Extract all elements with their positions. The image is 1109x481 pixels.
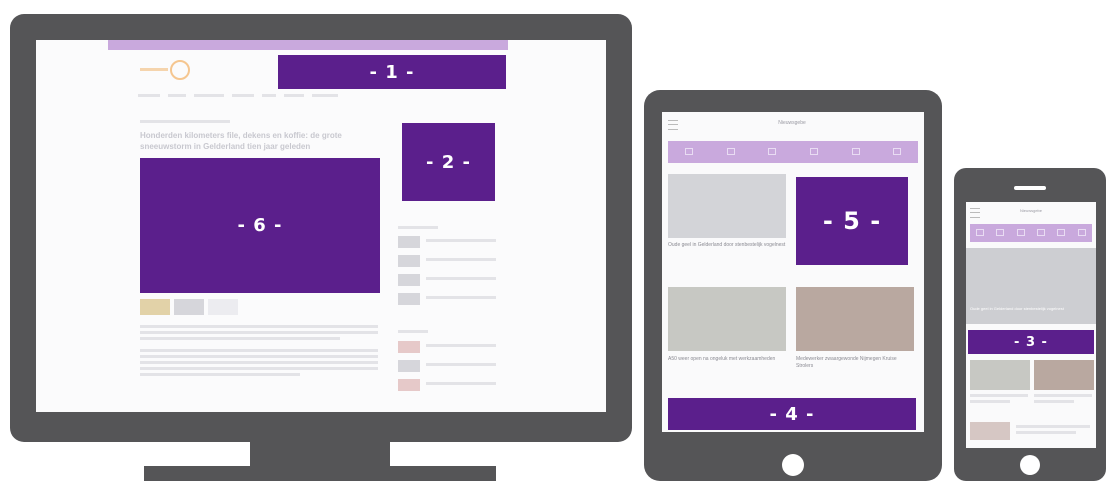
desktop-top-bar [108,40,508,50]
tablet-app-title: Nieuwsgebe [778,120,806,126]
ad-slot-5: - 5 - [796,177,908,265]
gallery-thumb [140,299,170,315]
site-logo [140,60,190,80]
monitor-neck [250,442,390,466]
news-card-image[interactable] [796,287,914,351]
tablet-device: Nieuwsgebe Oude geel in Gelderland door … [640,90,946,481]
breadcrumb [140,120,230,123]
phone-device: Nieuwsgebe Oude geel in Gelderland door … [952,168,1109,481]
hamburger-icon[interactable] [970,208,980,218]
ad-slot-6: - 6 - [140,158,380,293]
tablet-screen: Nieuwsgebe Oude geel in Gelderland door … [662,112,924,432]
desktop-menu [138,92,428,100]
ad-slot-1: - 1 - [278,55,506,89]
tablet-home-button[interactable] [782,454,804,476]
hero-image[interactable] [966,248,1096,324]
news-card-image[interactable] [668,174,786,238]
news-card-caption[interactable]: Oude geel in Gelderland door stenbesteli… [668,242,786,249]
phone-nav-bar [970,224,1092,242]
news-card-image[interactable] [1034,360,1094,390]
hero-caption[interactable]: Oude geel in Gelderland door stenbesteli… [970,306,1090,311]
news-card-image[interactable] [970,360,1030,390]
ad-slot-1-label: - 1 - [369,61,415,83]
tablet-nav-bar [668,141,918,163]
ad-slot-4-label: - 4 - [769,403,815,425]
desktop-monitor: - 1 - Honderden kilometers file, dekens … [0,0,640,481]
news-card-caption[interactable]: Medewerker zwaargewonde Nijmegen Kruise … [796,356,914,370]
hamburger-icon[interactable] [668,120,678,130]
ad-slot-6-label: - 6 - [237,215,283,236]
gallery-thumb [174,299,204,315]
article-headline: Honderden kilometers file, dekens en kof… [140,131,342,151]
ad-slot-4: - 4 - [668,398,916,430]
phone-app-title: Nieuwsgebe [1019,208,1042,213]
ad-slot-2-label: - 2 - [426,151,471,173]
phone-screen: Nieuwsgebe Oude geel in Gelderland door … [966,202,1096,448]
ad-slot-2: - 2 - [402,123,495,201]
ad-slot-5-label: - 5 - [822,207,882,235]
desktop-screen: - 1 - Honderden kilometers file, dekens … [36,40,606,412]
phone-speaker [1014,186,1046,190]
phone-home-button[interactable] [1020,455,1040,475]
monitor-base [144,466,496,481]
news-card-caption[interactable]: A50 weer open na ongeluk met werkzaamhed… [668,356,786,363]
gallery-thumb [208,299,238,315]
ad-slot-3: - 3 - [968,330,1094,354]
news-card-image[interactable] [668,287,786,351]
news-list-thumb[interactable] [970,422,1010,440]
ad-slot-3-label: - 3 - [1014,334,1048,350]
